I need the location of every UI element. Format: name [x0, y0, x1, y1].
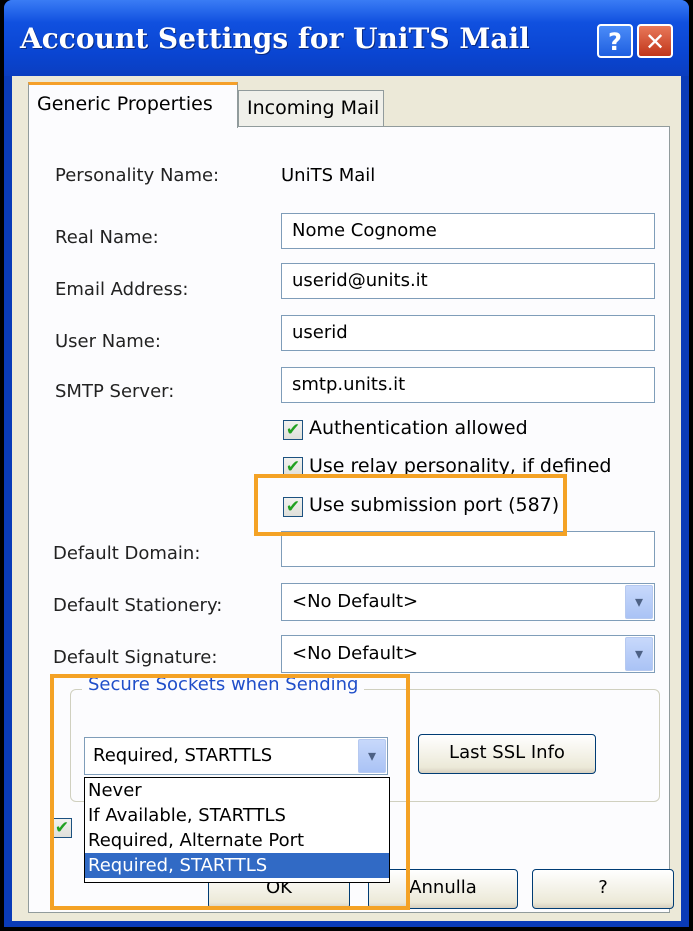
stationery-label: Default Stationery: [53, 595, 223, 616]
auth-checkbox[interactable]: ✔ [283, 420, 303, 440]
help-title-button[interactable]: ? [597, 24, 633, 58]
email-label: Email Address: [55, 279, 189, 300]
tab-incoming-mail[interactable]: Incoming Mail [238, 90, 384, 128]
user-name-label: User Name: [55, 331, 161, 352]
ssl-mode-select[interactable]: Required, STARTTLS ▾ [84, 737, 388, 775]
submission-port-label: Use submission port (587) [309, 494, 560, 516]
submission-port-checkbox[interactable]: ✔ [283, 497, 303, 517]
help-button[interactable]: ? [532, 869, 674, 909]
ssl-mode-value: Required, STARTTLS [93, 745, 273, 766]
hidden-option-checkbox[interactable]: ✔ [52, 818, 72, 838]
auth-checkbox-label: Authentication allowed [309, 417, 528, 439]
dialog-window: Account Settings for UniTS Mail ? ✕ Gene… [4, 0, 689, 927]
window-title: Account Settings for UniTS Mail [20, 22, 530, 55]
ssl-option-never[interactable]: Never [85, 778, 389, 803]
signature-label: Default Signature: [53, 647, 218, 668]
email-field[interactable]: userid@units.it [281, 263, 655, 299]
close-button[interactable]: ✕ [637, 24, 673, 58]
last-ssl-info-button[interactable]: Last SSL Info [418, 734, 596, 774]
stationery-value: <No Default> [292, 591, 419, 612]
title-bar[interactable]: Account Settings for UniTS Mail ? ✕ [4, 0, 689, 76]
chevron-down-icon[interactable]: ▾ [625, 637, 653, 671]
personality-label: Personality Name: [55, 165, 220, 186]
real-name-label: Real Name: [55, 227, 159, 248]
smtp-field[interactable]: smtp.units.it [281, 367, 655, 403]
tab-generic-properties[interactable]: Generic Properties [28, 82, 238, 128]
signature-select[interactable]: <No Default> ▾ [281, 635, 655, 673]
relay-checkbox-label: Use relay personality, if defined [309, 455, 612, 475]
relay-checkbox[interactable]: ✔ [283, 457, 303, 475]
ssl-mode-dropdown[interactable]: Never If Available, STARTTLS Required, A… [84, 777, 390, 883]
ssl-option-if-available[interactable]: If Available, STARTTLS [85, 803, 389, 828]
ssl-option-required-alt-port[interactable]: Required, Alternate Port [85, 828, 389, 853]
ssl-option-required-starttls[interactable]: Required, STARTTLS [85, 853, 389, 878]
signature-value: <No Default> [292, 643, 419, 664]
user-name-field[interactable]: userid [281, 315, 655, 351]
cancel-button[interactable]: Annulla [368, 869, 518, 909]
real-name-field[interactable]: Nome Cognome [281, 213, 655, 249]
close-icon: ✕ [644, 28, 666, 56]
chevron-down-icon[interactable]: ▾ [625, 585, 653, 619]
default-domain-label: Default Domain: [53, 543, 201, 564]
secure-sockets-title: Secure Sockets when Sending [82, 674, 365, 695]
personality-value: UniTS Mail [281, 165, 376, 186]
default-domain-field[interactable] [281, 531, 655, 567]
dialog-client-area: Generic Properties Incoming Mail Persona… [12, 76, 681, 921]
relay-row-clip: ✔ Use relay personality, if defined [279, 449, 669, 475]
stationery-select[interactable]: <No Default> ▾ [281, 583, 655, 621]
chevron-down-icon[interactable]: ▾ [358, 739, 386, 773]
smtp-label: SMTP Server: [55, 381, 175, 402]
